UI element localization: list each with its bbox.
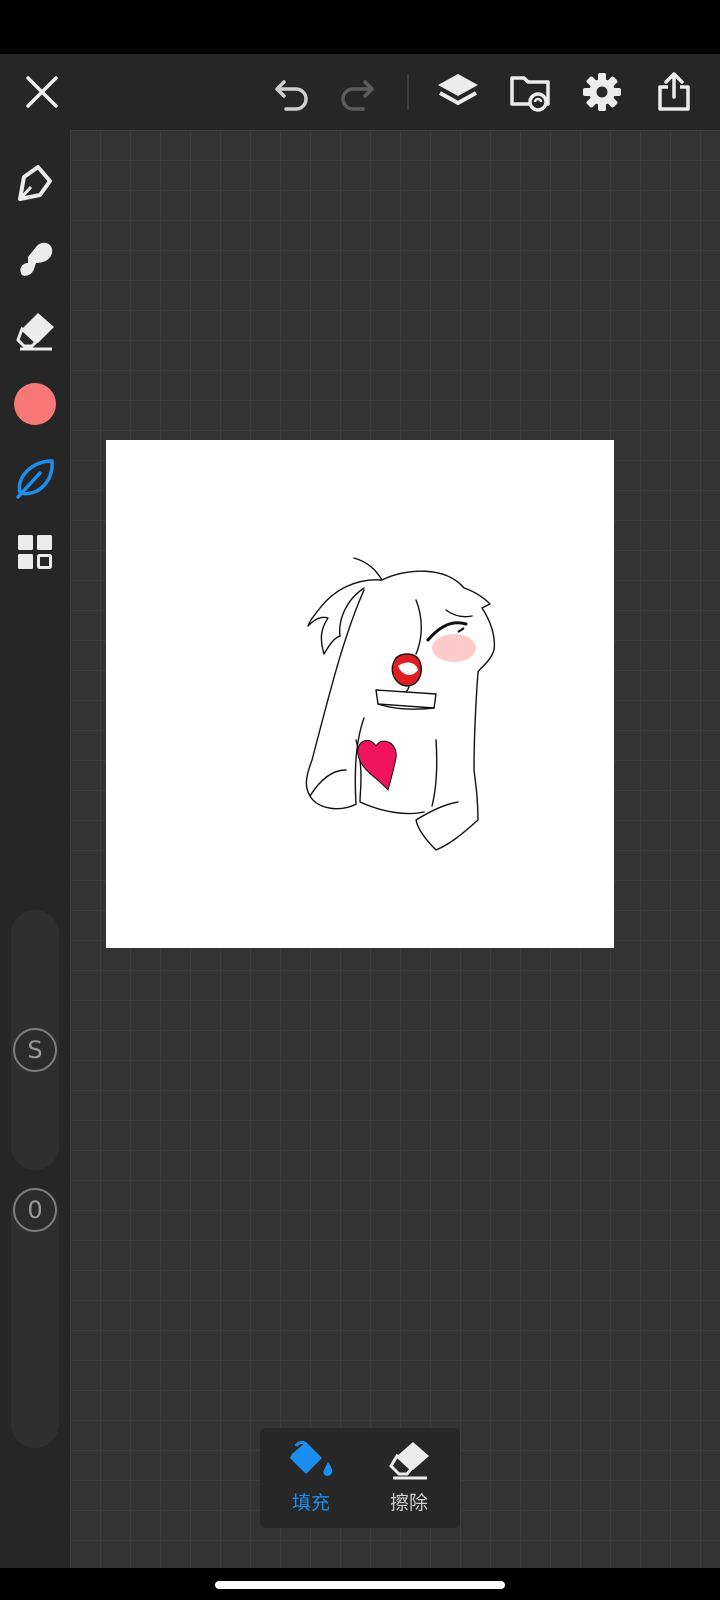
toolbar-divider (407, 74, 409, 110)
close-button[interactable] (18, 68, 66, 116)
status-bar (0, 0, 720, 54)
opacity-slider[interactable]: 0 (11, 1188, 59, 1448)
opacity-slider-knob[interactable]: 0 (13, 1188, 57, 1232)
undo-button[interactable] (268, 68, 316, 116)
gallery-icon (510, 76, 550, 112)
smudge-tool-button[interactable] (11, 454, 59, 502)
fill-label: 填充 (291, 1492, 330, 1514)
close-icon (26, 76, 58, 108)
share-icon (658, 72, 690, 111)
leaf-icon (16, 459, 54, 499)
undo-icon (275, 80, 308, 111)
size-slider-knob[interactable]: S (13, 1028, 57, 1072)
fill-tool-panel: 填充 擦除 (260, 1428, 460, 1528)
fill-option[interactable]: 填充 (266, 1438, 356, 1522)
current-color-swatch (14, 383, 56, 425)
paint-bucket-icon (290, 1440, 333, 1477)
pen-icon (18, 165, 52, 201)
erase-option[interactable]: 擦除 (364, 1438, 454, 1522)
gallery-button[interactable] (506, 68, 554, 116)
redo-button[interactable] (333, 68, 381, 116)
color-picker-button[interactable] (11, 380, 59, 428)
drawing-canvas[interactable] (106, 440, 614, 948)
share-button[interactable] (650, 68, 698, 116)
settings-button[interactable] (578, 68, 626, 116)
erase-label: 擦除 (389, 1492, 428, 1514)
eraser-icon (16, 313, 54, 351)
layers-icon (438, 74, 478, 105)
brush-icon (20, 242, 53, 276)
brush-tool-button[interactable] (11, 232, 59, 280)
materials-button[interactable] (11, 528, 59, 576)
left-sidebar: S 0 (0, 130, 70, 1568)
grid-icon (18, 535, 52, 569)
canvas-workspace[interactable]: 填充 擦除 (70, 130, 720, 1568)
layers-button[interactable] (434, 68, 482, 116)
settings-icon (583, 73, 621, 111)
home-indicator[interactable] (215, 1581, 505, 1589)
brush-size-slider[interactable]: S (11, 910, 59, 1170)
eraser-icon (389, 1442, 429, 1480)
redo-icon (341, 80, 374, 111)
character-sketch (305, 557, 496, 851)
top-toolbar (0, 54, 720, 130)
eraser-tool-button[interactable] (11, 306, 59, 354)
pen-tool-button[interactable] (11, 158, 59, 206)
